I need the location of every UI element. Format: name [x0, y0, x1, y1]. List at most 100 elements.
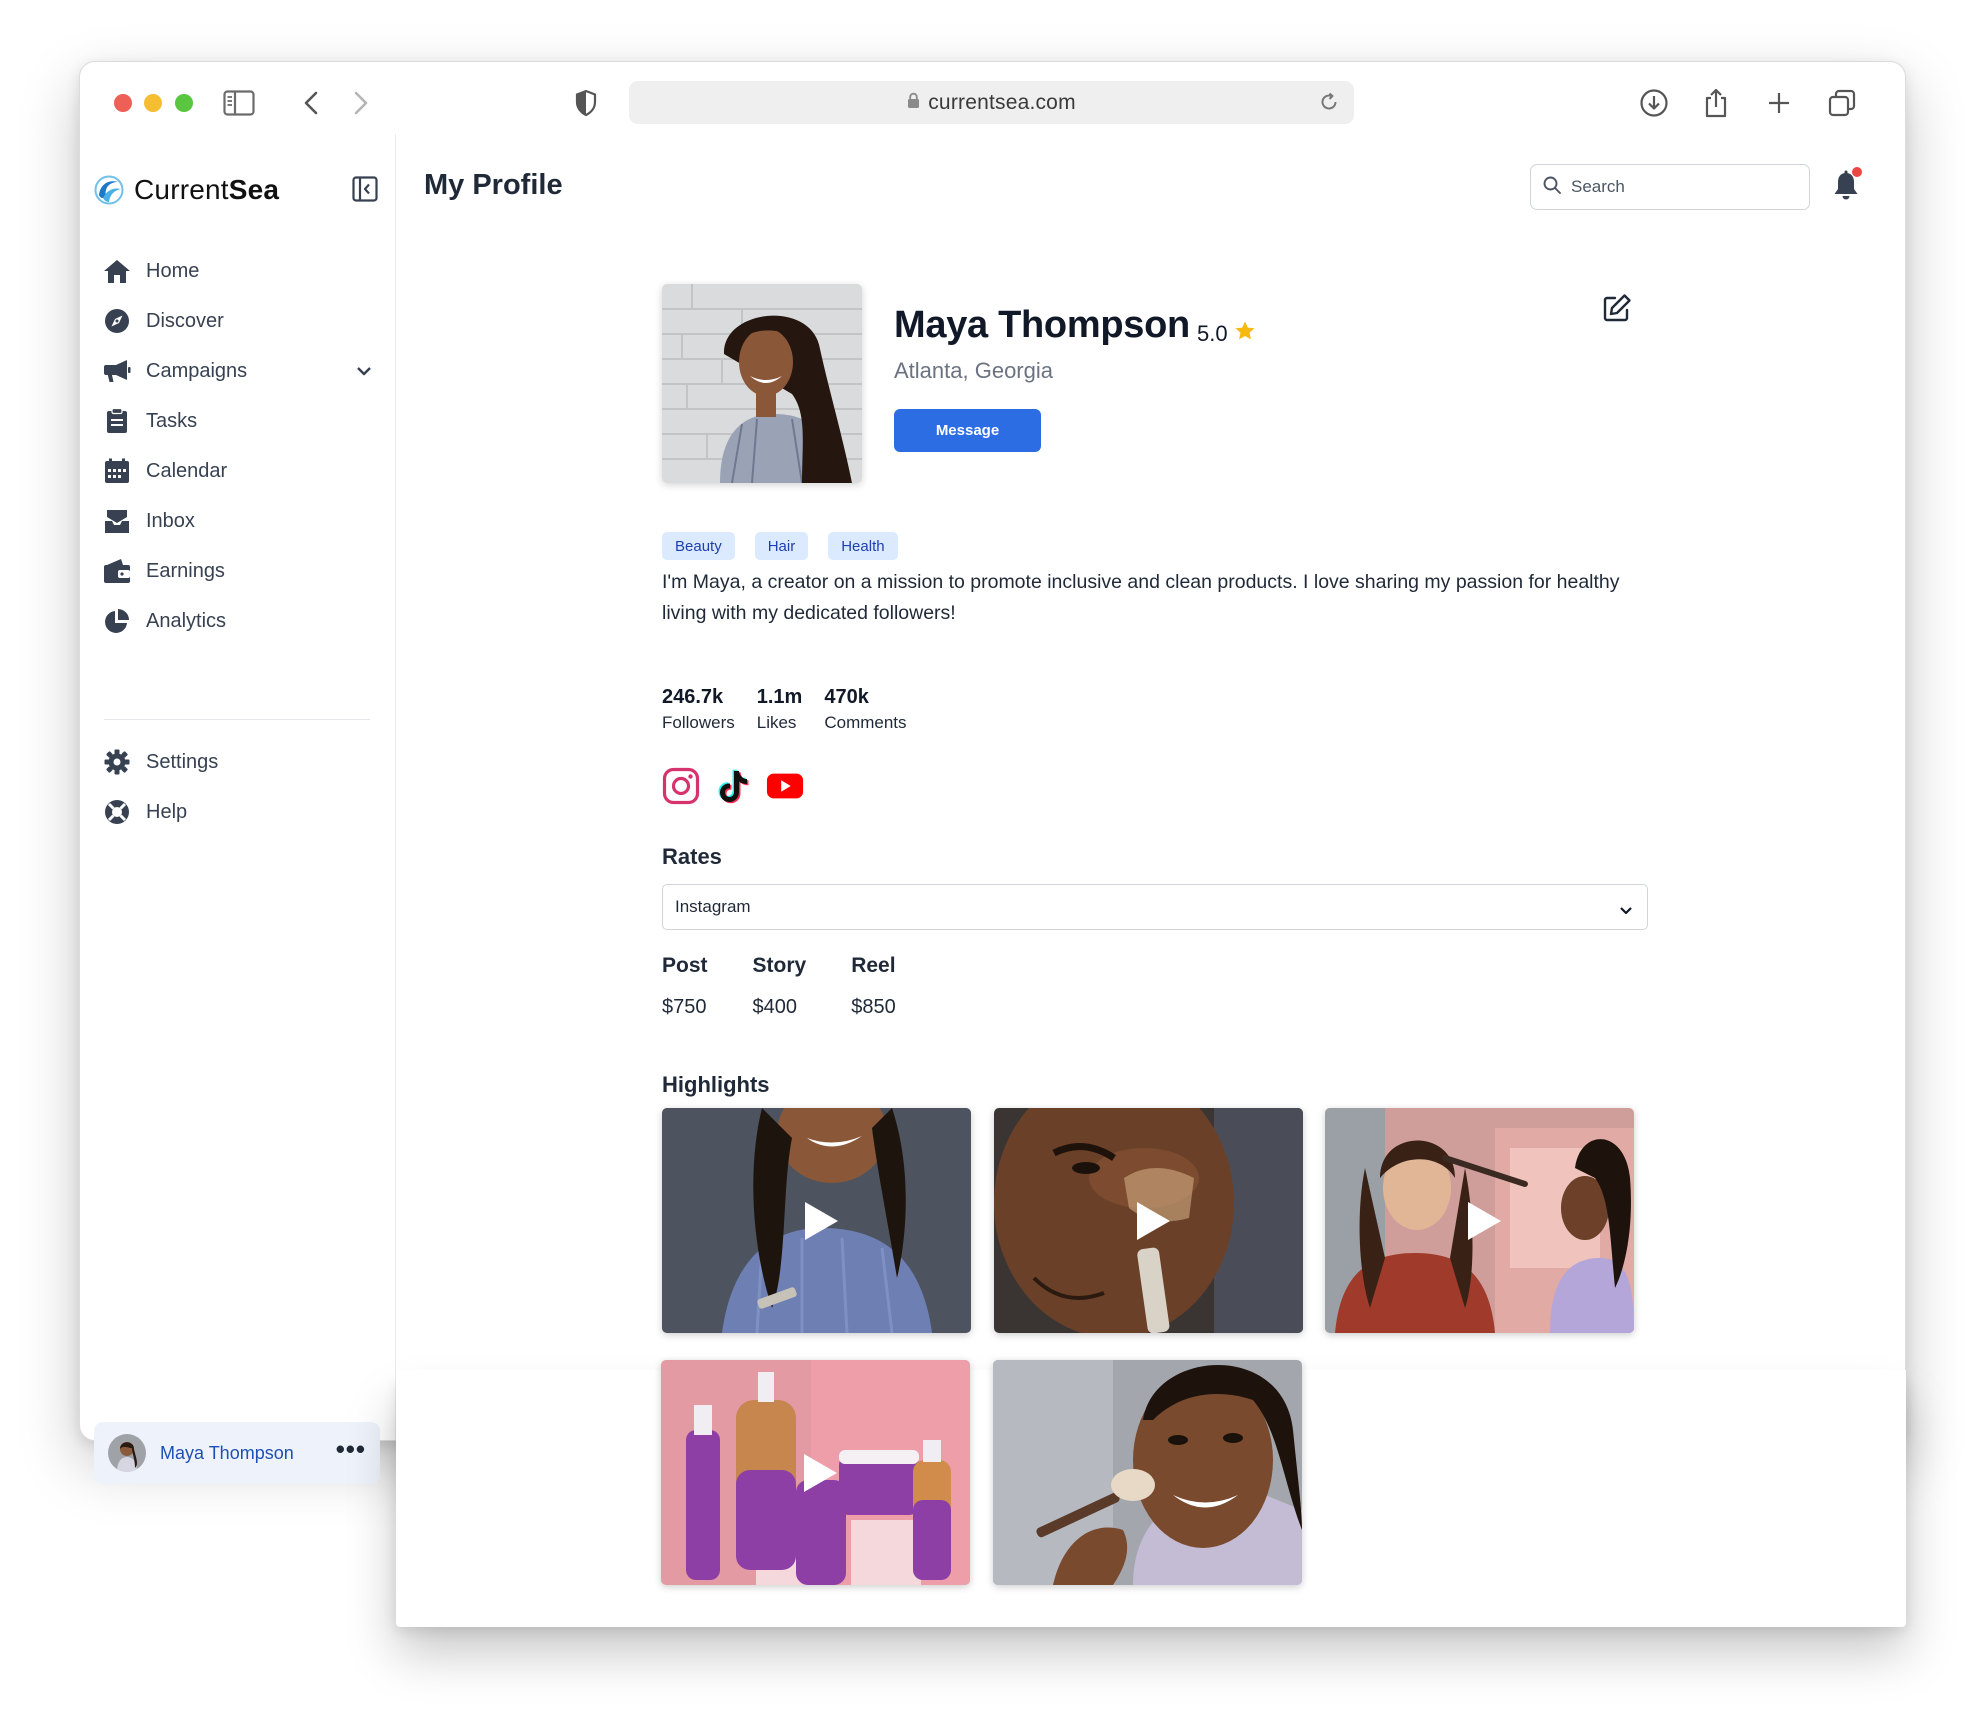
sidebar-item-settings[interactable]: Settings	[102, 737, 382, 787]
youtube-icon[interactable]	[766, 767, 804, 805]
sidebar-item-analytics[interactable]: Analytics	[102, 596, 382, 646]
stat-value: 246.7k	[662, 686, 724, 708]
profile-bio: I'm Maya, a creator on a mission to prom…	[662, 571, 1620, 624]
address-bar[interactable]: currentsea.com	[629, 81, 1354, 124]
message-button[interactable]: Message	[894, 409, 1041, 452]
gear-icon	[102, 747, 132, 777]
stat-likes: 1.1m Likes	[757, 684, 803, 733]
tag-health[interactable]: Health	[828, 532, 898, 560]
highlight-video-1[interactable]	[662, 1108, 971, 1333]
sidebar-item-tasks[interactable]: Tasks	[102, 396, 382, 446]
forward-icon[interactable]	[344, 86, 378, 120]
sidebar-item-inbox[interactable]: Inbox	[102, 496, 382, 546]
sidebar-item-calendar[interactable]: Calendar	[102, 446, 382, 496]
secondary-nav: Settings Help	[102, 737, 382, 837]
sidebar-item-home[interactable]: Home	[102, 246, 382, 296]
profile-location: Atlanta, Georgia	[894, 358, 1053, 383]
social-links	[662, 767, 804, 805]
sidebar-item-label: Tasks	[146, 409, 198, 432]
chevron-down-icon[interactable]	[356, 360, 372, 383]
rates-platform-select[interactable]: Instagram	[662, 884, 1648, 930]
calendar-icon	[102, 456, 132, 486]
sidebar-item-earnings[interactable]: Earnings	[102, 546, 382, 596]
search-input[interactable]: Search	[1530, 164, 1810, 210]
wallet-icon	[102, 556, 132, 586]
rate-type: Story	[752, 954, 807, 977]
highlight-video-2[interactable]	[994, 1108, 1303, 1333]
download-icon[interactable]	[1637, 86, 1671, 120]
primary-nav: Home Discover Campaigns Tasks Calendar I…	[102, 246, 382, 646]
privacy-shield-icon[interactable]	[569, 86, 603, 120]
maximize-window-button[interactable]	[175, 94, 193, 112]
tag-beauty[interactable]: Beauty	[662, 532, 735, 560]
megaphone-icon	[102, 356, 132, 386]
search-icon	[1543, 176, 1561, 199]
back-icon[interactable]	[294, 86, 328, 120]
highlights-heading: Highlights	[662, 1072, 770, 1097]
sidebar-item-label: Help	[146, 800, 188, 823]
avatar	[108, 1434, 146, 1472]
profile-tags: Beauty Hair Health	[662, 532, 918, 560]
sidebar-item-label: Calendar	[146, 459, 228, 482]
highlight-image-5[interactable]	[993, 1360, 1302, 1585]
sidebar-item-label: Analytics	[146, 609, 227, 632]
search-placeholder: Search	[1571, 177, 1625, 196]
stat-value: 470k	[824, 686, 869, 708]
sidebar-item-discover[interactable]: Discover	[102, 296, 382, 346]
tag-hair[interactable]: Hair	[754, 532, 809, 560]
profile-stats: 246.7k Followers 1.1m Likes 470k Comment…	[662, 684, 929, 733]
rate-post: Post $750	[662, 954, 708, 1019]
sidebar-item-label: Earnings	[146, 559, 225, 582]
sidebar-toggle-icon[interactable]	[222, 86, 256, 120]
pie-chart-icon	[102, 606, 132, 636]
wave-logo-icon	[94, 175, 124, 205]
clipboard-icon	[102, 406, 132, 436]
sidebar-item-label: Settings	[146, 750, 219, 773]
highlight-video-4[interactable]	[661, 1360, 970, 1585]
highlight-video-3[interactable]	[1325, 1108, 1634, 1333]
new-tab-icon[interactable]	[1762, 86, 1796, 120]
stat-followers: 246.7k Followers	[662, 684, 735, 733]
play-icon	[804, 1201, 838, 1240]
selected-platform: Instagram	[675, 897, 751, 916]
reload-icon[interactable]	[1318, 91, 1340, 119]
play-icon	[803, 1453, 837, 1492]
sidebar-item-label: Home	[146, 259, 200, 282]
stat-comments: 470k Comments	[824, 684, 906, 733]
stat-label: Followers	[662, 713, 735, 732]
stat-label: Comments	[824, 713, 907, 732]
instagram-icon[interactable]	[662, 767, 700, 805]
page-title: My Profile	[424, 169, 563, 201]
rating-value: 5.0	[1197, 321, 1228, 346]
brand-logo[interactable]: CurrentSea	[94, 174, 279, 206]
sidebar-item-campaigns[interactable]: Campaigns	[102, 346, 382, 396]
profile-photo	[662, 284, 862, 483]
notifications-bell-icon[interactable]	[1832, 167, 1862, 204]
rate-story: Story $400	[753, 954, 807, 1019]
more-options-icon[interactable]: •••	[336, 1436, 366, 1462]
browser-window: currentsea.com CurrentSea Home Discover …	[79, 61, 1906, 1484]
rate-type: Reel	[851, 954, 896, 977]
close-window-button[interactable]	[114, 94, 132, 112]
rate-price: $400	[752, 996, 798, 1018]
rate-price: $750	[662, 996, 707, 1018]
edit-profile-icon[interactable]	[1602, 293, 1632, 323]
tiktok-icon[interactable]	[714, 767, 752, 805]
sidebar-item-label: Inbox	[146, 509, 195, 532]
play-icon	[1136, 1201, 1170, 1240]
collapse-sidebar-icon[interactable]	[352, 176, 378, 202]
browser-toolbar: currentsea.com	[80, 62, 1905, 134]
profile-rating: 5.0	[1197, 320, 1256, 348]
minimize-window-button[interactable]	[144, 94, 162, 112]
sidebar-item-label: Discover	[146, 309, 224, 332]
home-icon	[102, 256, 132, 286]
user-account-menu[interactable]: Maya Thompson •••	[94, 1422, 380, 1484]
stat-value: 1.1m	[756, 686, 803, 708]
star-icon	[1234, 320, 1256, 348]
tab-overview-icon[interactable]	[1825, 86, 1859, 120]
share-icon[interactable]	[1699, 86, 1733, 120]
sidebar-item-help[interactable]: Help	[102, 787, 382, 837]
rates-heading: Rates	[662, 844, 722, 869]
rate-price: $850	[851, 996, 896, 1018]
chevron-down-icon	[1619, 901, 1633, 921]
